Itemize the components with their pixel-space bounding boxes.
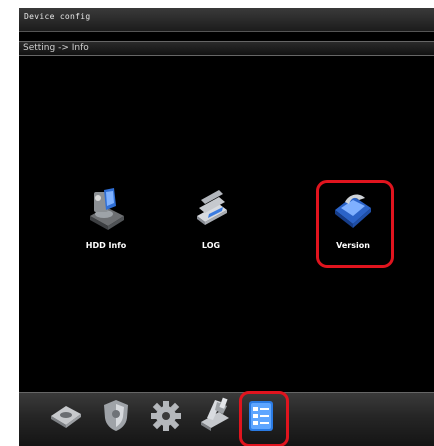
dock-gear-button[interactable] [149, 399, 183, 437]
version-item[interactable]: Version [313, 180, 393, 272]
title-bar: Device config [19, 8, 434, 32]
dvr-screen: Device config Setting -> Info HDD Info L… [19, 8, 434, 446]
log-label: LOG [201, 241, 221, 250]
log-item[interactable]: LOG [171, 180, 251, 272]
window-title: Device config [24, 12, 91, 21]
shield-icon [104, 400, 128, 431]
dock-info-button[interactable] [247, 399, 275, 437]
version-label: Version [336, 241, 370, 250]
disc-icon [51, 406, 81, 428]
breadcrumb-path: Setting -> Info [23, 43, 89, 53]
version-book-icon [335, 194, 371, 228]
dock-tools-button[interactable] [197, 396, 233, 436]
dock-disc-button[interactable] [49, 398, 83, 436]
bottom-dock [19, 391, 434, 446]
tools-icon [201, 397, 229, 431]
hdd-info-item[interactable]: HDD Info [66, 180, 146, 272]
log-pages-icon [197, 190, 227, 225]
dock-shield-button[interactable] [101, 398, 131, 436]
hdd-info-label: HDD Info [85, 241, 127, 250]
info-checklist-icon [249, 401, 273, 431]
app-frame: Device config Setting -> Info HDD Info L… [0, 0, 434, 446]
gear-icon [151, 401, 181, 431]
breadcrumb: Setting -> Info [19, 41, 434, 56]
hard-disk-icon [90, 188, 124, 230]
